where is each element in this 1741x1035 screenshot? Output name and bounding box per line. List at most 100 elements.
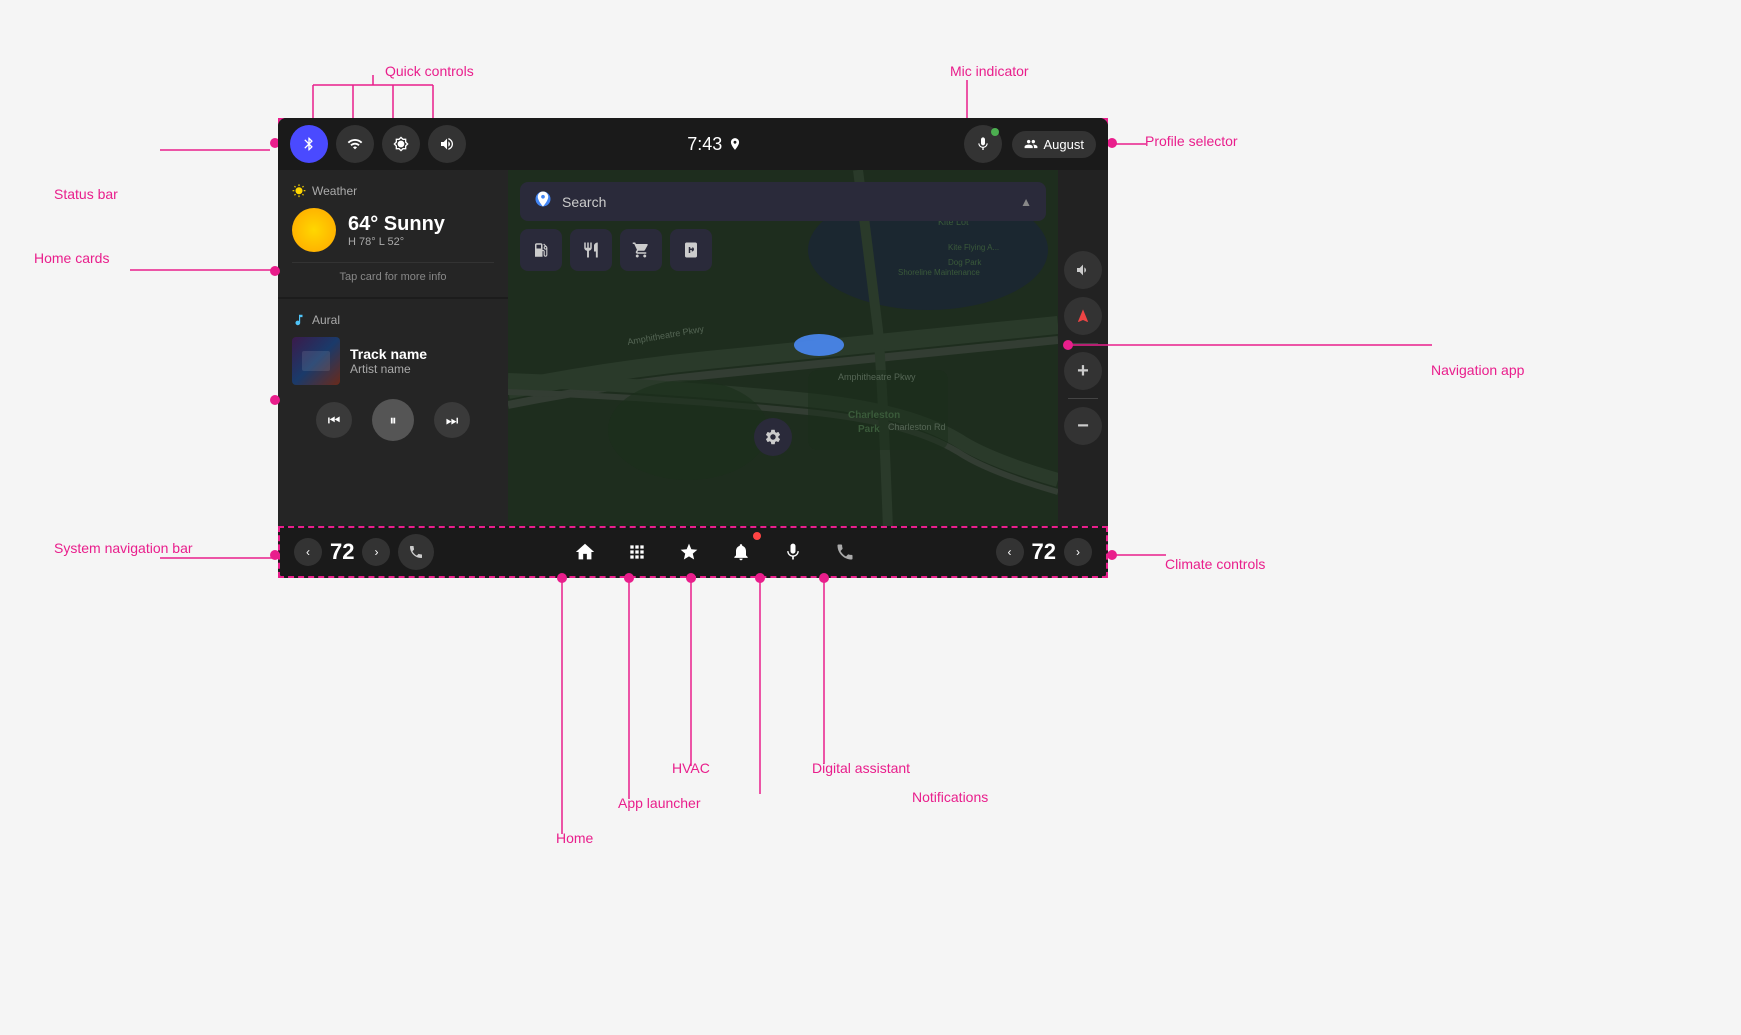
compass-button[interactable] [1064,297,1102,335]
svg-text:Park: Park [858,424,880,435]
weather-info: 64° Sunny H 78° L 52° [348,213,445,248]
temp-left-display: 72 [330,539,354,565]
profile-selector-line [1108,142,1148,147]
navigation-map[interactable]: Amphitheatre Pkwy Amphitheatre Pkwy Char… [508,170,1058,526]
weather-main: 64° Sunny H 78° L 52° [292,208,494,252]
music-app-title: Aural [292,313,494,327]
profile-icon [1024,137,1038,151]
temp-right-display: 72 [1032,539,1056,565]
high-low-text: H 78° L 52° [348,236,445,248]
google-maps-icon [534,190,552,213]
status-bar-label: Status bar [54,186,118,202]
phone-end-button[interactable] [827,534,863,570]
restaurant-button[interactable] [570,229,612,271]
signal-button[interactable] [336,125,374,163]
shopping-button[interactable] [620,229,662,271]
profile-name-text: August [1044,137,1084,152]
temp-up-left-button[interactable]: › [362,538,390,566]
navigation-app-label: Navigation app [1431,362,1524,378]
temp-down-right-button[interactable]: ‹ [996,538,1024,566]
climate-right: ‹ 72 › [996,538,1092,566]
weather-icon [292,184,306,198]
assistant-button[interactable] [775,534,811,570]
profile-selector-button[interactable]: August [1012,131,1096,158]
track-details: Track name Artist name [350,346,427,376]
zoom-in-button[interactable]: + [1064,352,1102,390]
zoom-divider [1068,398,1098,399]
profile-selector-label: Profile selector [1145,133,1238,149]
status-bar: 7:43 August [278,118,1108,170]
album-art [292,337,340,385]
location-marker [794,334,844,356]
volume-button[interactable] [428,125,466,163]
car-ui: 7:43 August Weather 64° Sunny [278,118,1108,578]
music-app-name: Aural [312,313,340,327]
chevron-up-icon: ▲ [1020,195,1032,209]
clock-display: 7:43 [687,134,742,155]
map-category-buttons [520,229,1046,271]
hvac-button[interactable] [671,534,707,570]
weather-card[interactable]: Weather 64° Sunny H 78° L 52° Tap card f… [278,170,508,297]
app-launcher-line [627,576,632,801]
home-line [560,576,565,836]
svg-text:Charleston Rd: Charleston Rd [888,422,946,432]
track-name-text: Track name [350,346,427,362]
climate-line [1108,553,1168,558]
mic-active-dot [991,128,999,136]
map-search-overlay: Search ▲ [520,182,1046,271]
music-app-icon [292,313,306,327]
home-cards-line [130,268,275,273]
map-settings-button[interactable] [754,418,792,456]
temp-up-right-button[interactable]: › [1064,538,1092,566]
home-cards-music-dot [270,395,280,405]
assistant-line [822,576,827,766]
sun-icon [292,208,336,252]
quick-controls-label: Quick controls [385,63,474,79]
playback-controls: ⏮ ⏸ ⏭ [292,399,494,441]
home-button[interactable] [567,534,603,570]
music-card[interactable]: Aural Track name Artist name ⏮ ⏸ ⏭ [278,299,508,526]
system-nav-label: System navigation bar [54,540,193,556]
notifications-button[interactable] [723,534,759,570]
location-icon [728,137,742,151]
parking-button[interactable] [670,229,712,271]
notifications-line [758,576,763,796]
temperature-text: 64° Sunny [348,213,445,236]
bluetooth-button[interactable] [290,125,328,163]
mic-line [965,80,970,122]
fuel-button[interactable] [520,229,562,271]
music-track-info: Track name Artist name [292,337,494,385]
notifications-label: Notifications [912,789,988,805]
time-text: 7:43 [687,134,722,155]
nav-app-line [1064,343,1434,348]
quick-controls-container [290,125,466,163]
mic-indicator-label: Mic indicator [950,63,1029,79]
nav-center-buttons [567,534,863,570]
system-nav-line [160,556,275,561]
artist-name-text: Artist name [350,362,427,376]
zoom-out-button[interactable]: − [1064,407,1102,445]
mic-indicator-button[interactable] [964,125,1002,163]
climate-left: ‹ 72 › [294,534,434,570]
pause-button[interactable]: ⏸ [372,399,414,441]
weather-tap-hint: Tap card for more info [292,262,494,283]
volume-map-button[interactable] [1064,251,1102,289]
phone-button[interactable] [398,534,434,570]
app-launcher-button[interactable] [619,534,655,570]
status-bar-right: August [964,125,1096,163]
svg-text:Charleston: Charleston [848,410,900,421]
home-cards-panel: Weather 64° Sunny H 78° L 52° Tap card f… [278,170,508,526]
weather-label: Weather [312,184,357,198]
search-bar[interactable]: Search ▲ [520,182,1046,221]
svg-text:Amphitheatre Pkwy: Amphitheatre Pkwy [838,372,916,382]
system-nav-bar: ‹ 72 › [278,526,1108,578]
status-bar-line [160,145,275,155]
previous-button[interactable]: ⏮ [316,402,352,438]
brightness-button[interactable] [382,125,420,163]
temp-down-left-button[interactable]: ‹ [294,538,322,566]
home-cards-label: Home cards [34,250,109,266]
search-text: Search [562,194,1010,210]
weather-title: Weather [292,184,494,198]
climate-controls-label: Climate controls [1165,556,1265,572]
next-button[interactable]: ⏭ [434,402,470,438]
